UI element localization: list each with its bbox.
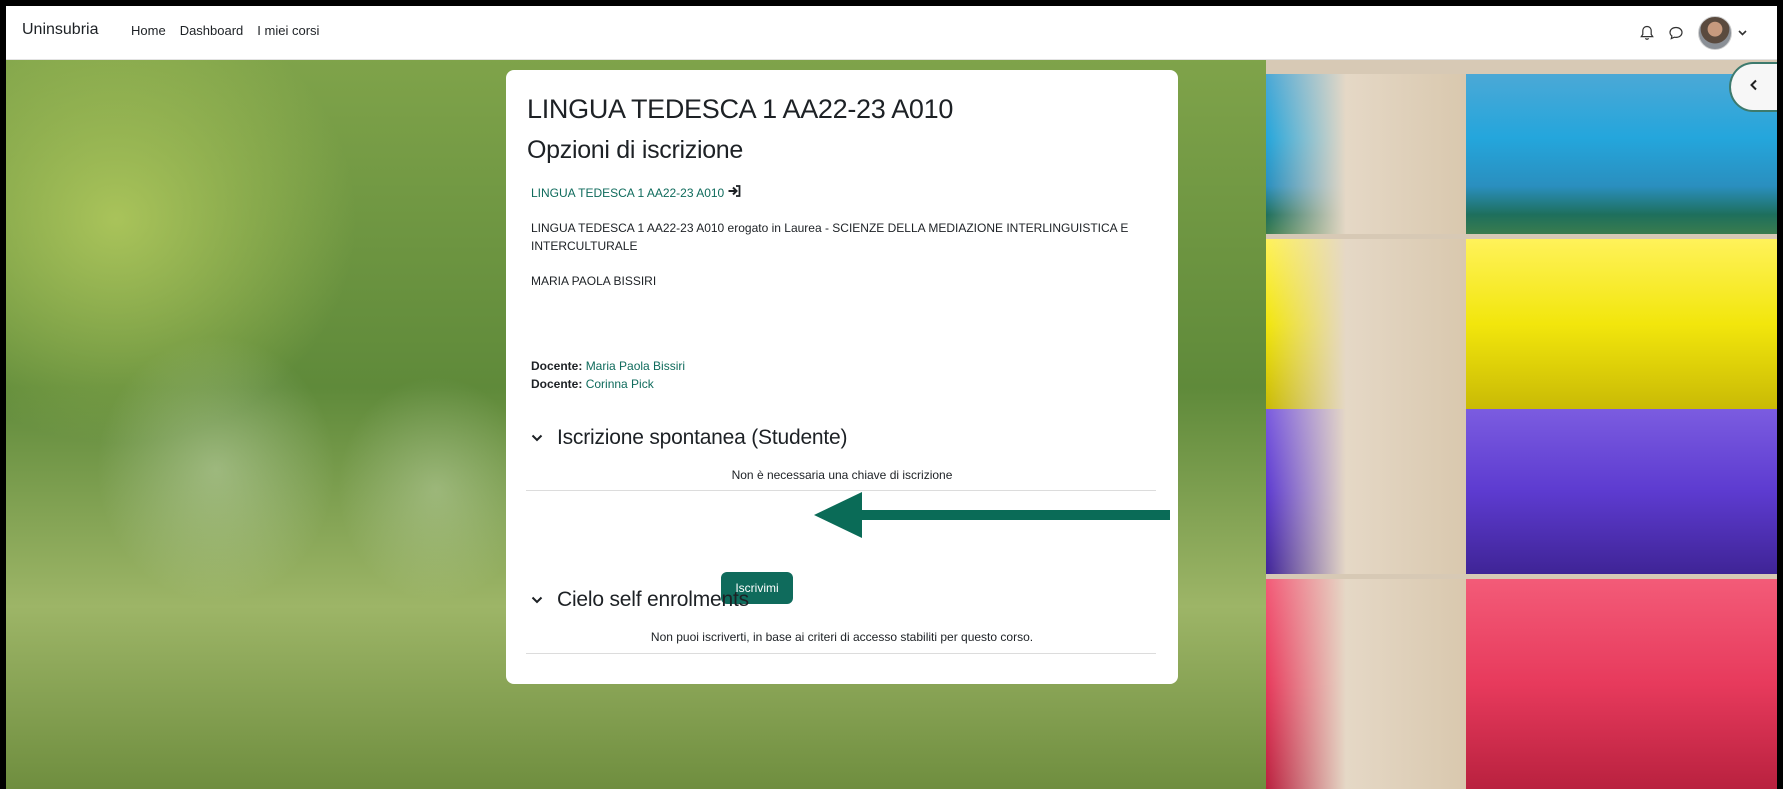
section-note: Non è necessaria una chiave di iscrizion…	[731, 468, 953, 482]
nav-link-my-courses[interactable]: I miei corsi	[257, 23, 319, 38]
contact-role: Docente:	[531, 377, 583, 391]
course-summary: LINGUA TEDESCA 1 AA22-23 A010 erogato in…	[531, 221, 1129, 253]
section-title: Cielo self enrolments	[557, 588, 749, 611]
section-toggle-self-enrolment[interactable]: Iscrizione spontanea (Studente)	[531, 426, 848, 450]
pencils-background	[1266, 59, 1777, 789]
section-title: Iscrizione spontanea (Studente)	[557, 426, 848, 449]
bell-icon[interactable]	[1640, 25, 1654, 41]
enrolment-card: LINGUA TEDESCA 1 AA22-23 A010 Opzioni di…	[506, 70, 1178, 684]
page-title: Opzioni di iscrizione	[527, 136, 744, 164]
arrow-annotation	[814, 492, 1170, 538]
chevron-left-icon	[1749, 78, 1759, 96]
section-note: Non puoi iscriverti, in base ai criteri …	[650, 630, 1034, 644]
site-brand[interactable]: Uninsubria	[22, 21, 98, 39]
chevron-down-icon	[531, 591, 543, 609]
section-toggle-cielo-self-enrolments[interactable]: Cielo self enrolments	[531, 588, 749, 612]
avatar	[1698, 16, 1732, 50]
chevron-down-icon	[531, 429, 543, 447]
contact-link-maria-paola-bissiri[interactable]: Maria Paola Bissiri	[586, 359, 685, 373]
browser-viewport: Uninsubria Home Dashboard I miei corsi L…	[6, 6, 1777, 789]
pencil-red	[1266, 579, 1777, 789]
course-title: LINGUA TEDESCA 1 AA22-23 A010	[527, 94, 954, 124]
top-navbar: Uninsubria Home Dashboard I miei corsi	[6, 6, 1777, 60]
pencil-blue	[1266, 74, 1777, 234]
user-menu-toggle[interactable]	[1698, 16, 1747, 50]
chevron-down-icon	[1738, 30, 1747, 36]
nav-link-dashboard[interactable]: Dashboard	[180, 23, 244, 38]
user-menu-area	[1640, 16, 1747, 50]
pencil-purple	[1266, 409, 1777, 574]
nav-link-home[interactable]: Home	[131, 23, 166, 38]
course-contact: Docente: Corinna Pick	[531, 377, 654, 391]
contact-role: Docente:	[531, 359, 583, 373]
pencil-yellow	[1266, 239, 1777, 409]
divider	[526, 653, 1156, 654]
contact-link-corinna-pick[interactable]: Corinna Pick	[586, 377, 654, 391]
chat-icon[interactable]	[1668, 25, 1684, 41]
enter-icon	[728, 185, 741, 200]
course-link-label: LINGUA TEDESCA 1 AA22-23 A010	[531, 185, 725, 200]
course-contact: Docente: Maria Paola Bissiri	[531, 359, 685, 373]
course-link[interactable]: LINGUA TEDESCA 1 AA22-23 A010	[531, 185, 741, 200]
course-teacher: MARIA PAOLA BISSIRI	[531, 274, 657, 288]
primary-navigation: Home Dashboard I miei corsi	[131, 23, 319, 38]
block-drawer-toggle[interactable]	[1729, 62, 1777, 112]
